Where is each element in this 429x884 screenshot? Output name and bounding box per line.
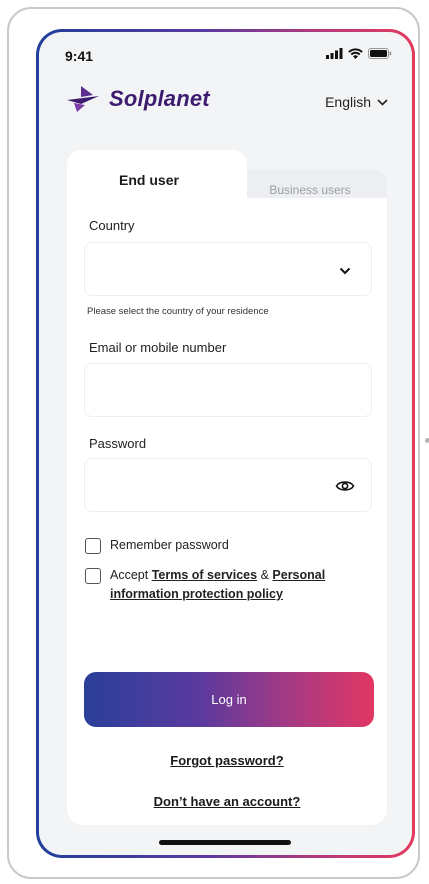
phone-screen: 9:41 Solplanet English End user Business… <box>39 32 412 855</box>
tab-business-users-label: Business users <box>269 183 351 197</box>
tab-end-user[interactable]: End user <box>67 150 247 210</box>
home-indicator <box>159 840 291 845</box>
country-helper-text: Please select the country of your reside… <box>87 306 269 317</box>
chevron-down-icon <box>339 267 351 275</box>
privacy-policy-link-part1[interactable]: Personal <box>272 568 325 582</box>
password-input[interactable] <box>84 458 372 512</box>
accept-prefix: Accept <box>110 568 149 582</box>
email-label: Email or mobile number <box>89 340 227 355</box>
solplanet-logo-icon <box>67 86 99 112</box>
eye-icon[interactable] <box>335 479 355 493</box>
signal-icon <box>326 48 343 59</box>
country-label: Country <box>89 218 135 233</box>
login-card: End user Business users Country Please s… <box>67 150 387 825</box>
remember-password-label: Remember password <box>110 538 229 552</box>
signup-link[interactable]: Don’t have an account? <box>67 794 387 809</box>
wifi-icon <box>348 48 363 59</box>
terms-of-services-link[interactable]: Terms of services <box>152 568 257 582</box>
login-button[interactable]: Log in <box>84 672 374 727</box>
accept-terms-checkbox[interactable] <box>85 568 101 584</box>
status-icons <box>326 48 392 59</box>
phone-bezel: 9:41 Solplanet English End user Business… <box>36 29 415 858</box>
password-label: Password <box>89 436 147 451</box>
remember-password-row[interactable]: Remember password <box>85 538 229 554</box>
language-selector[interactable]: English <box>325 94 388 110</box>
brand-name: Solplanet <box>109 86 210 111</box>
language-label: English <box>325 94 371 110</box>
accept-ampersand: & <box>260 568 269 582</box>
country-select[interactable] <box>84 242 372 296</box>
email-input[interactable] <box>84 363 372 417</box>
remember-password-checkbox[interactable] <box>85 538 101 554</box>
chevron-down-icon <box>377 98 388 106</box>
app-header: Solplanet English <box>39 78 412 128</box>
side-button <box>425 438 429 443</box>
forgot-password-link[interactable]: Forgot password? <box>67 753 387 768</box>
brand-logo: Solplanet <box>65 84 210 114</box>
battery-icon <box>368 48 392 59</box>
tab-end-user-label: End user <box>119 172 179 188</box>
status-time: 9:41 <box>65 48 94 64</box>
accept-terms-text: Accept Terms of services & Personal info… <box>110 566 325 604</box>
accept-terms-row: Accept Terms of services & Personal info… <box>85 566 325 604</box>
login-form: Country Please select the country of you… <box>67 198 387 825</box>
status-bar: 9:41 <box>39 32 412 76</box>
privacy-policy-link-part2[interactable]: information protection policy <box>110 587 283 601</box>
